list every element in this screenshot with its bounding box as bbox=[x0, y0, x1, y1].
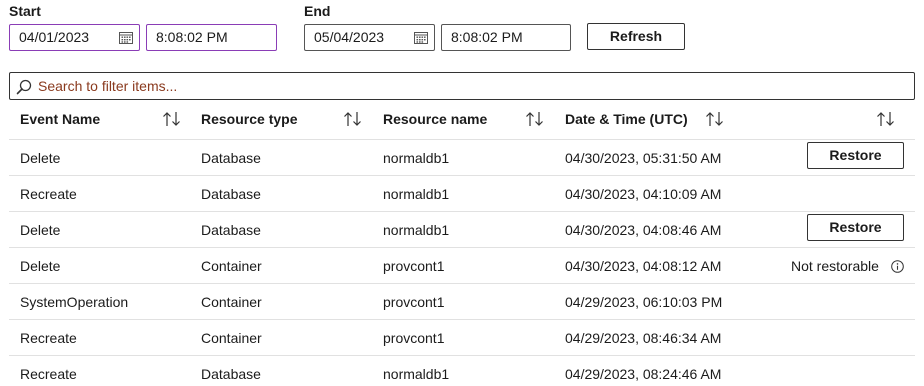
end-date-input[interactable]: 05/04/2023 bbox=[304, 24, 435, 51]
cell-resource-type: Container bbox=[201, 330, 262, 346]
cell-date-time: 04/29/2023, 06:10:03 PM bbox=[565, 294, 723, 310]
column-header-resource-type[interactable]: Resource type bbox=[201, 111, 297, 127]
cell-resource-name: provcont1 bbox=[383, 258, 445, 274]
cell-resource-name: normaldb1 bbox=[383, 150, 450, 166]
cell-event-name: Delete bbox=[20, 258, 61, 274]
cell-resource-type: Container bbox=[201, 258, 262, 274]
start-time-input[interactable]: 8:08:02 PM bbox=[146, 24, 277, 51]
search-input[interactable]: Search to filter items... bbox=[9, 72, 915, 100]
end-time-value: 8:08:02 PM bbox=[451, 29, 523, 45]
sort-icon[interactable] bbox=[525, 111, 545, 127]
cell-resource-name: provcont1 bbox=[383, 330, 445, 346]
start-date-value: 04/01/2023 bbox=[19, 29, 90, 45]
sort-icon[interactable] bbox=[876, 111, 896, 127]
end-date-value: 05/04/2023 bbox=[314, 29, 385, 45]
cell-date-time: 04/29/2023, 08:24:46 AM bbox=[565, 366, 722, 382]
column-header-date-time[interactable]: Date & Time (UTC) bbox=[565, 111, 688, 127]
cell-resource-type: Database bbox=[201, 222, 261, 238]
end-time-input[interactable]: 8:08:02 PM bbox=[441, 24, 571, 51]
column-header-event-name[interactable]: Event Name bbox=[20, 111, 100, 127]
sort-icon[interactable] bbox=[705, 111, 725, 127]
cell-date-time: 04/30/2023, 05:31:50 AM bbox=[565, 150, 722, 166]
restore-button[interactable]: Restore bbox=[807, 142, 904, 169]
cell-date-time: 04/29/2023, 08:46:34 AM bbox=[565, 330, 722, 346]
row-divider bbox=[9, 139, 915, 140]
cell-resource-name: normaldb1 bbox=[383, 186, 450, 202]
info-icon[interactable] bbox=[891, 260, 904, 273]
start-time-value: 8:08:02 PM bbox=[156, 29, 228, 45]
row-divider bbox=[9, 247, 915, 248]
not-restorable-label: Not restorable bbox=[791, 258, 879, 274]
row-divider bbox=[9, 175, 915, 176]
search-icon bbox=[16, 79, 32, 95]
cell-event-name: Delete bbox=[20, 150, 61, 166]
search-placeholder: Search to filter items... bbox=[38, 78, 178, 94]
cell-date-time: 04/30/2023, 04:10:09 AM bbox=[565, 186, 722, 202]
sort-icon[interactable] bbox=[343, 111, 363, 127]
cell-resource-name: provcont1 bbox=[383, 294, 445, 310]
cell-event-name: SystemOperation bbox=[20, 294, 129, 310]
cell-resource-type: Database bbox=[201, 366, 261, 382]
start-label: Start bbox=[9, 3, 41, 19]
cell-resource-type: Database bbox=[201, 150, 261, 166]
cell-event-name: Recreate bbox=[20, 366, 77, 382]
cell-resource-type: Database bbox=[201, 186, 261, 202]
cell-resource-name: normaldb1 bbox=[383, 366, 450, 382]
column-header-resource-name[interactable]: Resource name bbox=[383, 111, 487, 127]
sort-icon[interactable] bbox=[162, 111, 182, 127]
row-divider bbox=[9, 355, 915, 356]
end-label: End bbox=[304, 3, 331, 19]
row-divider bbox=[9, 211, 915, 212]
restore-button[interactable]: Restore bbox=[807, 214, 904, 241]
refresh-button[interactable]: Refresh bbox=[587, 23, 685, 50]
cell-resource-type: Container bbox=[201, 294, 262, 310]
row-divider bbox=[9, 319, 915, 320]
cell-resource-name: normaldb1 bbox=[383, 222, 450, 238]
start-date-input[interactable]: 04/01/2023 bbox=[9, 24, 140, 51]
cell-event-name: Delete bbox=[20, 222, 61, 238]
cell-event-name: Recreate bbox=[20, 186, 77, 202]
cell-date-time: 04/30/2023, 04:08:46 AM bbox=[565, 222, 722, 238]
cell-event-name: Recreate bbox=[20, 330, 77, 346]
calendar-icon[interactable] bbox=[414, 31, 428, 44]
cell-date-time: 04/30/2023, 04:08:12 AM bbox=[565, 258, 722, 274]
row-divider bbox=[9, 283, 915, 284]
calendar-icon[interactable] bbox=[119, 31, 133, 44]
